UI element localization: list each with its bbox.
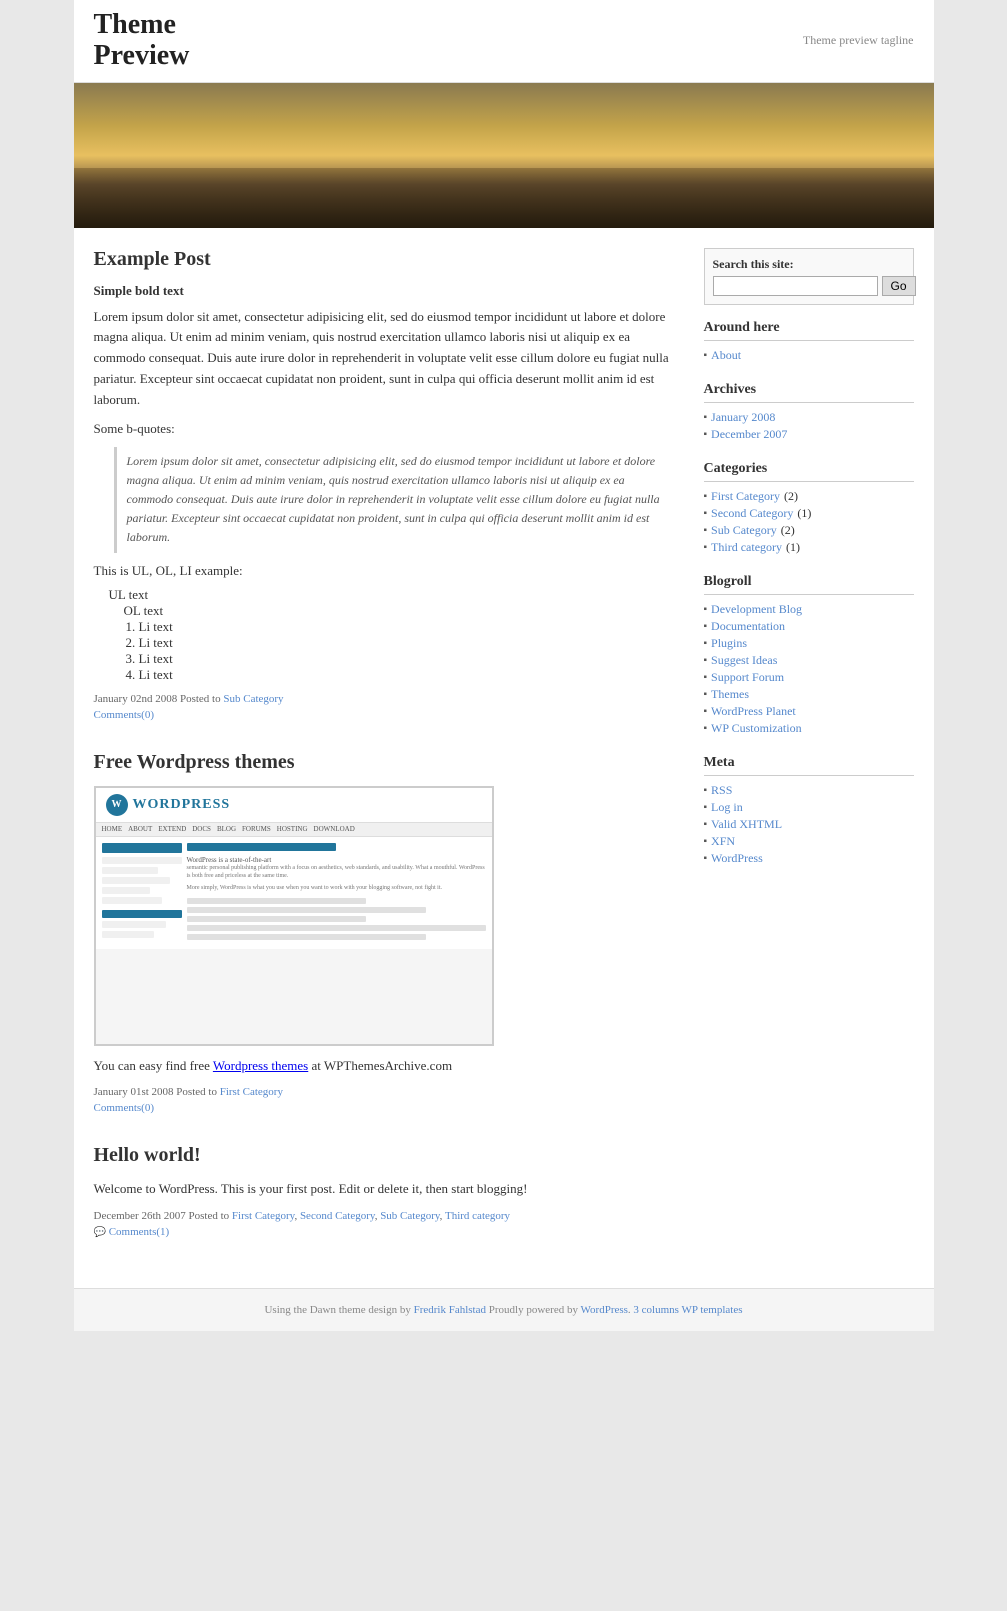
meta-wordpress: WordPress <box>704 850 914 867</box>
sidebar-search-widget: Search this site: Go <box>704 248 914 305</box>
meta-xhtml: Valid XHTML <box>704 816 914 833</box>
post-comments-example: Comments(0) <box>94 709 684 721</box>
post-title-wp-themes[interactable]: Free Wordpress themes <box>94 751 684 774</box>
wp-screenshot: W WORDPRESS HOME ABOUT EXTEND DOCS BLOG … <box>95 787 493 1045</box>
post-meta-example: January 02nd 2008 Posted to Sub Category <box>94 693 684 705</box>
comment-icon: 💬 <box>94 1227 106 1238</box>
archives-title: Archives <box>704 382 914 403</box>
post-body-wp-themes: You can easy find free Wordpress themes … <box>94 1056 684 1077</box>
footer-text-middle: Proudly powered by <box>489 1304 578 1316</box>
bquotes-label: Some b-quotes: <box>94 421 684 437</box>
ol-list: Li text Li text Li text Li text <box>124 619 684 683</box>
post-blockquote: Lorem ipsum dolor sit amet, consectetur … <box>114 447 684 553</box>
category-third: Third category (1) <box>704 539 914 556</box>
blogroll-planet: WordPress Planet <box>704 703 914 720</box>
post-body-hello: Welcome to WordPress. This is your first… <box>94 1179 684 1200</box>
list-item-about: About <box>704 347 914 364</box>
site-title: Theme Preview <box>94 10 190 72</box>
wp-nav-bar: HOME ABOUT EXTEND DOCS BLOG FORUMS HOSTI… <box>96 823 492 837</box>
meta-login: Log in <box>704 799 914 816</box>
meta-category-link-wp[interactable]: First Category <box>220 1086 283 1098</box>
wp-logo-circle: W <box>106 794 128 816</box>
blogroll-widget: Blogroll Development Blog Documentation … <box>704 574 914 737</box>
sidebar: Search this site: Go Around here About A… <box>704 248 914 1269</box>
category-sub: Sub Category (2) <box>704 522 914 539</box>
blogroll-suggest: Suggest Ideas <box>704 652 914 669</box>
list-item-jan-2008: January 2008 <box>704 409 914 426</box>
blogroll-themes: Themes <box>704 686 914 703</box>
archives-list: January 2008 December 2007 <box>704 409 914 443</box>
archives-widget: Archives January 2008 December 2007 <box>704 382 914 443</box>
footer-wp-link[interactable]: WordPress <box>581 1304 628 1316</box>
main-content: Example Post Simple bold text Lorem ipsu… <box>94 248 684 1269</box>
post-title-example[interactable]: Example Post <box>94 248 684 271</box>
list-label: This is UL, OL, LI example: <box>94 563 684 579</box>
post-wordpress-themes: Free Wordpress themes W WORDPRESS HOME A… <box>94 751 684 1115</box>
post-bold-heading: Simple bold text <box>94 283 684 299</box>
list-item: Li text <box>139 667 684 683</box>
wp-body: WordPress is a state-of-the-art semantic… <box>96 837 492 949</box>
blogroll-title: Blogroll <box>704 574 914 595</box>
footer-templates-link[interactable]: 3 columns WP templates <box>633 1304 742 1316</box>
post-meta-hello: December 26th 2007 Posted to First Categ… <box>94 1210 684 1222</box>
meta-widget: Meta RSS Log in Valid XHTML XFN WordPres… <box>704 755 914 867</box>
blogroll-support: Support Forum <box>704 669 914 686</box>
list-example: UL text OL text Li text Li text Li text … <box>94 587 684 683</box>
search-label: Search this site: <box>713 257 905 272</box>
site-tagline: Theme preview tagline <box>803 33 914 48</box>
search-button[interactable]: Go <box>882 276 916 296</box>
category-first: First Category (2) <box>704 488 914 505</box>
meta-xfn: XFN <box>704 833 914 850</box>
categories-title: Categories <box>704 461 914 482</box>
header-banner <box>74 83 934 228</box>
ul-text: UL text <box>109 587 684 603</box>
wp-screenshot-container: W WORDPRESS HOME ABOUT EXTEND DOCS BLOG … <box>94 786 494 1046</box>
around-here-widget: Around here About <box>704 320 914 364</box>
blogroll-dev: Development Blog <box>704 601 914 618</box>
footer-text-prefix: Using the Dawn theme design by <box>264 1304 410 1316</box>
post-title-hello[interactable]: Hello world! <box>94 1144 684 1167</box>
ol-text: OL text <box>124 603 684 619</box>
search-input[interactable] <box>713 276 878 296</box>
around-here-title: Around here <box>704 320 914 341</box>
meta-rss: RSS <box>704 782 914 799</box>
footer: Using the Dawn theme design by Fredrik F… <box>74 1288 934 1331</box>
post-comments-hello: 💬 Comments(1) <box>94 1226 684 1238</box>
list-item: Li text <box>139 619 684 635</box>
meta-list: RSS Log in Valid XHTML XFN WordPress <box>704 782 914 867</box>
meta-title: Meta <box>704 755 914 776</box>
post-body-example: Lorem ipsum dolor sit amet, consectetur … <box>94 307 684 411</box>
footer-author-link[interactable]: Fredrik Fahlstad <box>414 1304 486 1316</box>
post-example: Example Post Simple bold text Lorem ipsu… <box>94 248 684 721</box>
post-comments-wp-themes: Comments(0) <box>94 1102 684 1114</box>
categories-widget: Categories First Category (2) Second Cat… <box>704 461 914 556</box>
blogroll-wpcustomization: WP Customization <box>704 720 914 737</box>
blogroll-docs: Documentation <box>704 618 914 635</box>
wp-sidebar-mock <box>102 843 182 943</box>
list-item-dec-2007: December 2007 <box>704 426 914 443</box>
wp-main-mock: WordPress is a state-of-the-art semantic… <box>187 843 486 943</box>
blogroll-plugins: Plugins <box>704 635 914 652</box>
list-item: Li text <box>139 635 684 651</box>
post-hello-world: Hello world! Welcome to WordPress. This … <box>94 1144 684 1238</box>
blogroll-list: Development Blog Documentation Plugins S… <box>704 601 914 737</box>
category-second: Second Category (1) <box>704 505 914 522</box>
categories-list: First Category (2) Second Category (1) S… <box>704 488 914 556</box>
around-here-list: About <box>704 347 914 364</box>
post-meta-wp-themes: January 01st 2008 Posted to First Catego… <box>94 1086 684 1098</box>
wp-logo-text: WORDPRESS <box>133 797 231 813</box>
list-item: Li text <box>139 651 684 667</box>
meta-category-link[interactable]: Sub Category <box>223 693 283 705</box>
